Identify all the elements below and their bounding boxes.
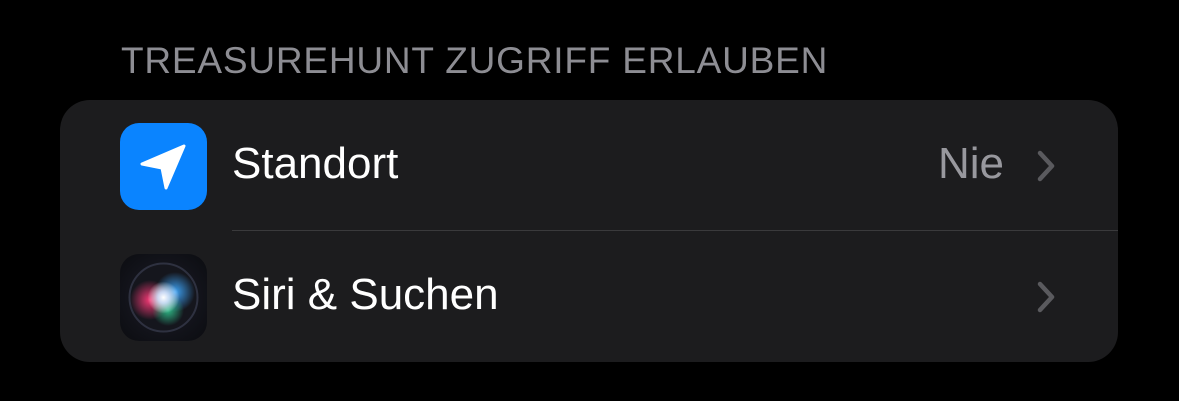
section-header: TREASUREHUNT ZUGRIFF ERLAUBEN <box>121 40 829 81</box>
location-label: Standort <box>232 139 399 188</box>
siri-search-row[interactable]: Siri & Suchen <box>60 231 1118 362</box>
siri-icon <box>120 254 207 341</box>
location-arrow-icon <box>120 123 207 210</box>
chevron-right-icon <box>1034 279 1058 315</box>
chevron-right-icon <box>1034 148 1058 184</box>
location-value: Nie <box>937 139 1004 188</box>
settings-group: Standort Nie Siri & Suchen <box>60 100 1118 362</box>
location-row[interactable]: Standort Nie <box>60 100 1118 231</box>
siri-search-label: Siri & Suchen <box>232 270 499 319</box>
